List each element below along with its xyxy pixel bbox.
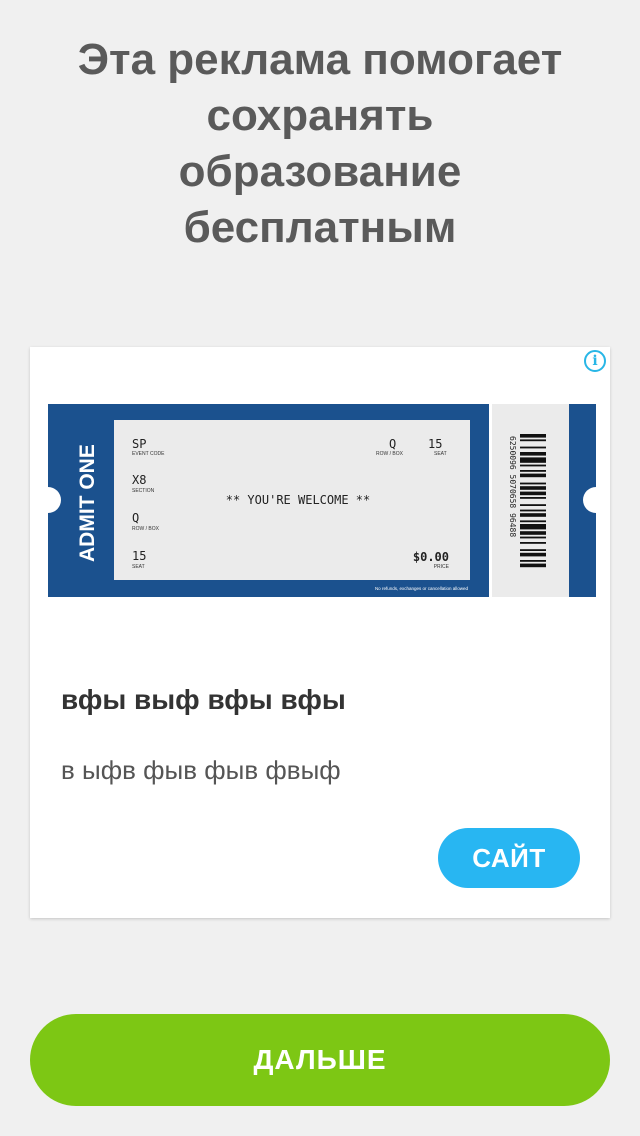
barcode-bar: [520, 531, 546, 535]
heading-line: сохранять: [206, 91, 434, 140]
barcode-bar: [520, 434, 546, 438]
barcode-bar: [520, 552, 546, 557]
barcode-bar: [520, 520, 546, 523]
heading-line: Эта реклама помогает: [77, 35, 563, 84]
ticket-seat: 15: [132, 549, 146, 563]
barcode-bar: [520, 560, 546, 562]
barcode-bar: [520, 457, 546, 463]
ad-description: в ыфв фыв фыв фвыф: [61, 755, 341, 785]
barcode-bar: [520, 491, 546, 496]
ticket-stub: [492, 404, 569, 597]
ad-image-ticket[interactable]: ADMIT ONE SP EVENT CODE X8 SECTION Q ROW…: [35, 404, 609, 597]
ad-notice-heading: Эта реклама помогает сохранять образован…: [40, 32, 600, 256]
barcode-bar: [520, 497, 546, 499]
barcode-bar: [520, 513, 546, 517]
ticket-fine-print: No refunds, exchanges or cancellation al…: [375, 586, 469, 591]
barcode-bar: [520, 563, 546, 568]
ticket-message: ** YOU'RE WELCOME **: [226, 493, 371, 507]
next-button[interactable]: ДАЛЬШЕ: [30, 1014, 610, 1106]
barcode-bar: [520, 482, 546, 485]
barcode-bar: [520, 524, 546, 530]
ticket-event-code: SP: [132, 437, 146, 451]
barcode-bar: [520, 446, 546, 449]
barcode-bar: [520, 464, 546, 467]
ticket-event-code-label: EVENT CODE: [132, 451, 165, 457]
ticket-section: X8: [132, 473, 146, 487]
ticket-seat-label: SEAT: [132, 564, 145, 570]
barcode-bar: [520, 549, 546, 551]
barcode-bar: [520, 509, 546, 512]
ticket-row-label: ROW / BOX: [132, 526, 160, 532]
ticket-price: $0.00: [413, 550, 449, 564]
barcode-bar: [520, 486, 546, 490]
ticket-barcode-number: 6250096 5070658 96488: [508, 436, 517, 537]
ticket-top-seat-label: SEAT: [434, 451, 447, 457]
ticket-section-label: SECTION: [132, 488, 155, 494]
barcode-bar: [520, 439, 546, 442]
barcode-bar: [520, 542, 546, 544]
info-icon[interactable]: i: [584, 350, 606, 372]
barcode-bar: [520, 473, 546, 478]
ticket-top-row: Q: [389, 437, 396, 451]
heading-line: образование: [178, 147, 462, 196]
heading-line: бесплатным: [183, 203, 457, 252]
ticket-top-row-label: ROW / BOX: [376, 451, 404, 457]
ticket-admit-text: ADMIT ONE: [76, 444, 99, 562]
ticket-graphic: ADMIT ONE SP EVENT CODE X8 SECTION Q ROW…: [35, 404, 609, 597]
site-button[interactable]: САЙТ: [438, 828, 580, 888]
ad-card[interactable]: i ADMIT ONE SP EVENT CODE X8 SECTION Q R…: [30, 347, 610, 918]
barcode-bar: [520, 470, 546, 472]
barcode-bar: [520, 504, 546, 506]
ticket-row: Q: [132, 511, 139, 525]
ad-title[interactable]: вфы выф вфы вфы: [61, 684, 346, 716]
ticket-top-seat: 15: [428, 437, 442, 451]
barcode-bar: [520, 452, 546, 456]
barcode-bar: [520, 536, 546, 539]
ticket-price-label: PRICE: [434, 564, 450, 570]
